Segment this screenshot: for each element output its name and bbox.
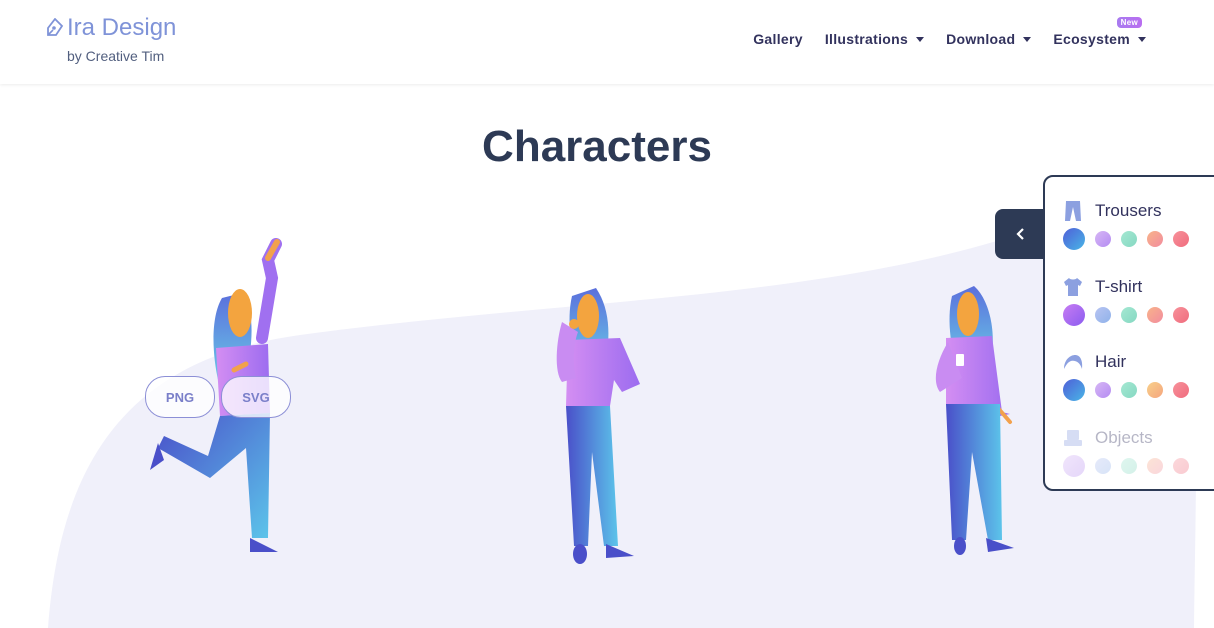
- group-objects-label: Objects: [1095, 428, 1153, 447]
- tshirt-swatch-1[interactable]: [1063, 304, 1085, 326]
- hair-swatch-2[interactable]: [1095, 382, 1111, 398]
- hair-swatch-4[interactable]: [1147, 382, 1163, 398]
- chevron-left-icon: [1016, 228, 1024, 240]
- group-tshirt: T-shirt: [1063, 275, 1199, 326]
- trousers-swatches: [1063, 228, 1199, 250]
- tshirt-swatch-4[interactable]: [1147, 307, 1163, 323]
- nav-illustrations[interactable]: Illustrations: [824, 31, 925, 47]
- new-badge: New: [1116, 17, 1142, 28]
- group-tshirt-label: T-shirt: [1095, 277, 1143, 296]
- download-svg-button[interactable]: SVG: [221, 376, 291, 418]
- download-png-button[interactable]: PNG: [145, 376, 215, 418]
- hair-swatches: [1063, 379, 1199, 401]
- nav-gallery[interactable]: Gallery: [753, 31, 803, 47]
- brand-title: Ira Design: [67, 14, 177, 41]
- brand-logo[interactable]: Ira Design by Creative Tim: [46, 14, 176, 64]
- hair-swatch-1[interactable]: [1063, 379, 1085, 401]
- brand-subtitle: by Creative Tim: [67, 48, 165, 64]
- group-trousers-label: Trousers: [1095, 201, 1162, 220]
- tshirt-swatch-3[interactable]: [1121, 307, 1137, 323]
- tshirt-swatch-2[interactable]: [1095, 307, 1111, 323]
- main-nav: Gallery Illustrations Download Ecosystem…: [753, 17, 1146, 47]
- trousers-swatch-3[interactable]: [1121, 231, 1137, 247]
- page-title: Characters: [482, 122, 712, 171]
- character-illustration-phone[interactable]: [932, 282, 1022, 562]
- objects-icon: [1064, 430, 1082, 446]
- objects-swatch-3[interactable]: [1121, 458, 1137, 474]
- objects-swatch-2[interactable]: [1095, 458, 1111, 474]
- group-hair-label: Hair: [1095, 352, 1127, 371]
- nav-download-label: Download: [946, 31, 1016, 47]
- caret-down-icon: [1023, 36, 1032, 42]
- hair-icon: [1064, 355, 1083, 369]
- trousers-icon: [1065, 201, 1081, 221]
- pen-nib-icon: [47, 18, 64, 36]
- group-hair: Hair: [1063, 350, 1199, 401]
- customize-panel: Trousers T-shirt Hair Objects: [1043, 175, 1214, 491]
- character-illustration-thinking[interactable]: [548, 282, 648, 567]
- nav-ecosystem-label: Ecosystem: [1053, 31, 1130, 47]
- tshirt-swatches: [1063, 304, 1199, 326]
- objects-swatch-5[interactable]: [1173, 458, 1189, 474]
- hair-swatch-5[interactable]: [1173, 382, 1189, 398]
- objects-swatch-1[interactable]: [1063, 455, 1085, 477]
- hair-swatch-3[interactable]: [1121, 382, 1137, 398]
- navbar: Ira Design by Creative Tim Gallery Illus…: [0, 0, 1214, 84]
- tshirt-swatch-5[interactable]: [1173, 307, 1189, 323]
- nav-illustrations-label: Illustrations: [824, 31, 909, 47]
- tshirt-icon: [1064, 278, 1082, 296]
- panel-toggle-button[interactable]: [995, 209, 1047, 259]
- nav-gallery-label: Gallery: [753, 31, 803, 47]
- group-objects: Objects: [1063, 426, 1199, 477]
- trousers-swatch-4[interactable]: [1147, 231, 1163, 247]
- caret-down-icon: [916, 36, 925, 42]
- caret-down-icon: [1138, 36, 1146, 42]
- trousers-swatch-1[interactable]: [1063, 228, 1085, 250]
- nav-ecosystem[interactable]: Ecosystem New: [1053, 17, 1146, 47]
- trousers-swatch-5[interactable]: [1173, 231, 1189, 247]
- nav-download[interactable]: Download: [946, 31, 1032, 47]
- objects-swatch-4[interactable]: [1147, 458, 1163, 474]
- objects-swatches: [1063, 455, 1199, 477]
- group-trousers: Trousers: [1063, 199, 1199, 250]
- trousers-swatch-2[interactable]: [1095, 231, 1111, 247]
